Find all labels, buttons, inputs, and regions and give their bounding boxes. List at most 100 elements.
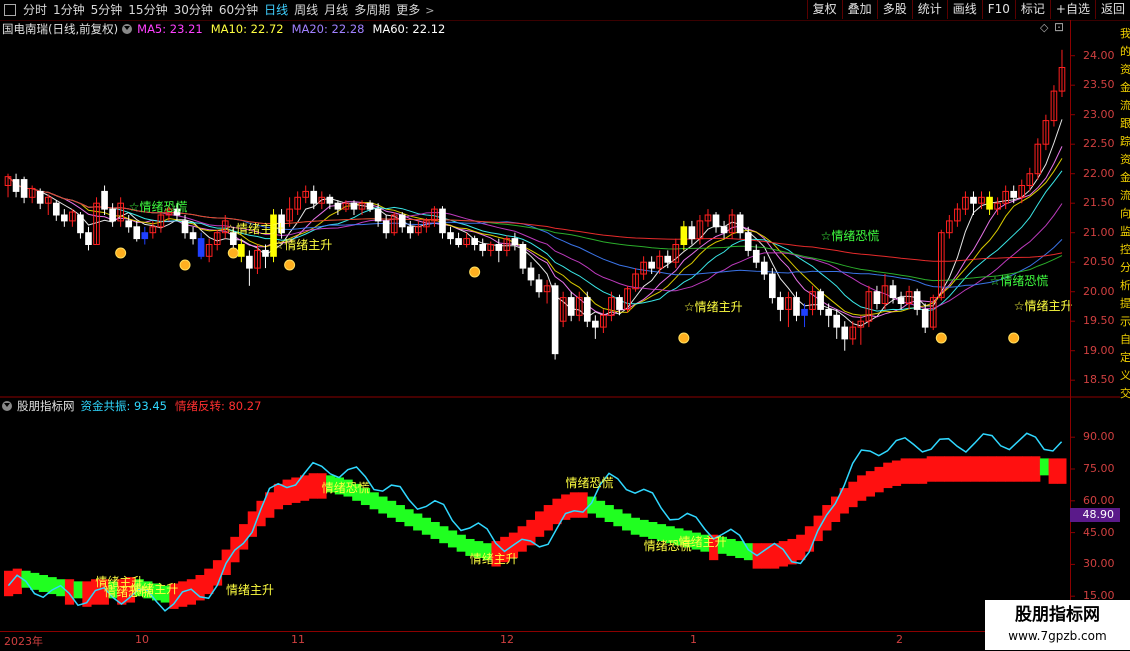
candle-body xyxy=(366,202,374,210)
emotion-bar xyxy=(178,581,188,607)
emotion-bar xyxy=(952,456,963,482)
side-strip-char: 定 xyxy=(1120,351,1130,364)
emotion-bar xyxy=(404,509,414,527)
indicator-tick-label: 60.00 xyxy=(1083,493,1115,507)
emotion-bar xyxy=(961,456,971,482)
emotion-bar xyxy=(604,505,614,522)
emotion-bar xyxy=(883,462,893,489)
gold-coin-icon xyxy=(469,266,481,278)
main-chart-header: 国电南瑞(日线,前复权) MA5: 23.21 MA10: 22.72 MA20… xyxy=(2,21,453,37)
indicator-dropdown-icon[interactable] xyxy=(2,401,12,411)
side-strip-char: 金 xyxy=(1120,81,1130,94)
candle-body xyxy=(406,226,414,234)
candle-body xyxy=(744,232,752,251)
candle-body xyxy=(310,190,318,204)
candle-body xyxy=(817,291,824,310)
emotion-bar xyxy=(935,456,945,482)
emotion-bar xyxy=(447,530,458,548)
emotion-bar xyxy=(944,456,954,482)
emotion-bar xyxy=(891,460,902,486)
side-strip-char: 资 xyxy=(1120,63,1130,76)
price-tick-label: 21.50 xyxy=(1083,196,1115,210)
side-strip-char: 控 xyxy=(1120,243,1130,256)
emotion-bar xyxy=(648,522,658,539)
emotion-bar xyxy=(726,538,736,556)
candle-body xyxy=(583,297,591,322)
watermark-title: 股朋指标网 xyxy=(1015,605,1100,625)
ma14-line xyxy=(7,170,1063,312)
side-strip-char: 监 xyxy=(1120,225,1130,238)
emotion-bar xyxy=(830,496,841,522)
candle-body xyxy=(833,314,841,328)
emotion-bar xyxy=(613,509,623,527)
emotion-bar xyxy=(552,498,562,525)
emotion-bar xyxy=(535,511,545,537)
candle-body xyxy=(238,244,245,257)
side-strip-char: 自 xyxy=(1120,333,1130,346)
indicator-tick-label: 75.00 xyxy=(1083,462,1115,475)
gold-coin-icon xyxy=(115,247,127,259)
candle-body xyxy=(52,202,60,216)
emotion-bar xyxy=(987,456,997,482)
gold-coin-icon xyxy=(284,259,296,271)
emotion-bar xyxy=(1022,456,1032,482)
diamond-icon[interactable]: ◇ xyxy=(1040,21,1048,34)
candle-body xyxy=(769,273,776,299)
candle-body xyxy=(20,179,28,198)
ma8-line xyxy=(7,146,1063,319)
candle-body xyxy=(592,320,599,328)
emotion-bar xyxy=(369,492,379,510)
price-tick-label: 19.50 xyxy=(1083,314,1115,328)
date-label: 1 xyxy=(690,633,697,646)
candle-body xyxy=(125,220,133,228)
emotion-bar xyxy=(1005,456,1015,482)
emotion-bar xyxy=(857,475,867,501)
candle-body xyxy=(511,238,519,246)
reversal-value: 情绪反转: 80.27 xyxy=(174,399,262,413)
candle-body xyxy=(680,226,688,246)
emotion-bar xyxy=(12,568,22,595)
candle-body xyxy=(913,291,921,310)
emotion-bar xyxy=(822,505,832,531)
emotion-bar xyxy=(256,500,266,527)
emotion-bar xyxy=(595,500,606,518)
emotion-bar xyxy=(787,538,797,565)
candle-body xyxy=(447,232,454,240)
candle-body xyxy=(793,297,800,316)
emotion-bar xyxy=(308,473,318,499)
dropdown-circle-icon[interactable] xyxy=(122,24,133,34)
signal-label: ☆情绪主升 xyxy=(684,300,743,314)
emotion-bar xyxy=(926,456,936,482)
signal-label: ☆情绪主升 xyxy=(225,222,284,236)
candle-body xyxy=(720,226,728,234)
candle-body xyxy=(970,196,977,204)
emotion-bar xyxy=(439,526,449,544)
expand-icon[interactable]: ⊡ xyxy=(1054,20,1064,34)
emotion-bar xyxy=(918,458,928,484)
side-strip-char: 析 xyxy=(1120,279,1130,292)
signal-label: ☆情绪主升 xyxy=(1014,299,1073,313)
emotion-bar xyxy=(378,496,388,514)
emotion-bar xyxy=(1013,456,1023,482)
candle-body xyxy=(246,255,253,269)
side-strip-char: 流 xyxy=(1120,99,1130,112)
kline-chart-canvas[interactable]: ☆情绪恐慌☆情绪主升☆情绪主升☆情绪主升☆情绪恐慌☆情绪恐慌☆情绪主升情绪主升情… xyxy=(0,0,1130,650)
candle-body xyxy=(439,208,446,234)
emotion-bar xyxy=(38,575,49,592)
emotion-bar xyxy=(561,494,571,520)
price-tick-label: 21.00 xyxy=(1083,225,1115,239)
ma30-line xyxy=(7,176,1063,288)
indicator-name: 股朋指标网 xyxy=(17,399,75,413)
price-tick-label: 22.00 xyxy=(1083,166,1115,180)
candle-body xyxy=(921,308,929,328)
ma10-line xyxy=(7,158,1063,316)
emotion-bar xyxy=(387,500,397,518)
candle-body xyxy=(109,208,116,222)
emotion-bar xyxy=(578,492,588,518)
signal-label: ☆情绪恐慌 xyxy=(129,200,188,214)
price-tick-label: 24.00 xyxy=(1083,48,1115,62)
side-strip-char: 的 xyxy=(1120,45,1130,58)
emotion-bar xyxy=(569,492,580,518)
price-tick-label: 22.50 xyxy=(1083,137,1115,151)
emotion-bar xyxy=(639,519,649,537)
